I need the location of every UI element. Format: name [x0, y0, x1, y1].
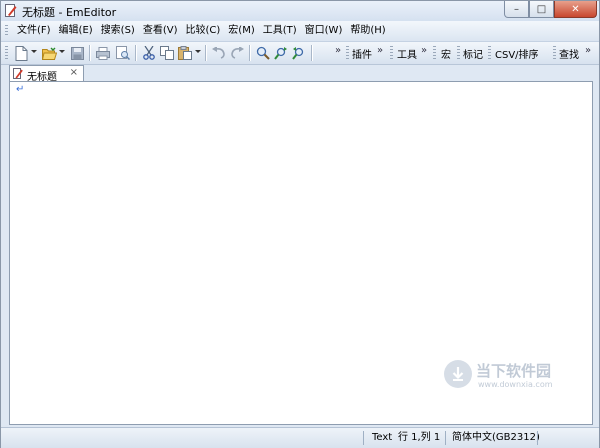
toolbar-overflow-icon[interactable]: » — [335, 45, 341, 56]
toolbar-grip-handle[interactable] — [346, 46, 349, 60]
toolbar-separator — [89, 45, 90, 61]
download-arrow-icon — [444, 360, 472, 388]
save-icon[interactable] — [69, 45, 85, 61]
toolbar-grip-handle[interactable] — [390, 46, 393, 60]
toolbar-separator — [135, 45, 136, 61]
toolbar-grip-handle[interactable] — [553, 46, 556, 60]
close-button[interactable]: ✕ — [554, 1, 597, 18]
document-tab-strip: 无标题 × — [1, 65, 599, 83]
end-of-line-marker: ↵ — [16, 84, 25, 95]
title-bar[interactable]: 无标题 - EmEditor – □ ✕ — [1, 1, 599, 21]
document-pen-icon — [5, 4, 17, 17]
find-overflow-icon[interactable]: » — [585, 45, 591, 56]
minimize-button[interactable]: – — [504, 1, 529, 18]
macros-toolbar-label[interactable]: 宏 — [441, 46, 451, 61]
toolbar-grip-handle[interactable] — [5, 46, 8, 60]
toolbar-separator — [249, 45, 250, 61]
status-cursor-position[interactable]: 行 1,列 1 — [398, 431, 440, 445]
marker-toolbar-label[interactable]: 标记 — [463, 46, 483, 61]
status-separator — [445, 431, 446, 445]
status-encoding[interactable]: 简体中文(GB2312) — [452, 431, 540, 445]
toolbar-grip-handle[interactable] — [433, 46, 436, 60]
redo-icon[interactable] — [229, 45, 245, 61]
maximize-button[interactable]: □ — [529, 1, 554, 18]
find-toolbar-label[interactable]: 查找 — [559, 46, 579, 61]
menu-window[interactable]: 窗口(W) — [301, 21, 347, 41]
menu-tools[interactable]: 工具(T) — [259, 21, 301, 41]
status-separator — [363, 431, 364, 445]
watermark-url: www.downxia.com — [478, 380, 553, 389]
open-dropdown-icon[interactable] — [59, 50, 65, 53]
find-previous-icon[interactable] — [291, 45, 307, 61]
status-bar: Text 行 1,列 1 简体中文(GB2312) — [1, 427, 599, 448]
menu-macros[interactable]: 宏(M) — [224, 21, 258, 41]
toolbar-separator — [311, 45, 312, 61]
find-next-icon[interactable] — [273, 45, 289, 61]
toolbar-separator — [205, 45, 206, 61]
find-icon[interactable] — [255, 45, 271, 61]
new-document-icon[interactable] — [13, 45, 29, 61]
status-mode[interactable]: Text — [372, 431, 392, 445]
watermark-title: 当下软件园 — [476, 362, 552, 380]
menu-grip-handle[interactable] — [5, 25, 8, 37]
menu-view[interactable]: 查看(V) — [139, 21, 182, 41]
toolbar: » 插件 » 工具 » 宏 标记 CSV/排序 查找 » — [1, 42, 599, 65]
new-dropdown-icon[interactable] — [31, 50, 37, 53]
window-controls: – □ ✕ — [504, 1, 597, 19]
emeditor-window: 无标题 - EmEditor – □ ✕ 文件(F) 编辑(E) 搜索(S) 查… — [0, 0, 600, 448]
menu-bar: 文件(F) 编辑(E) 搜索(S) 查看(V) 比较(C) 宏(M) 工具(T)… — [1, 21, 599, 42]
menu-edit[interactable]: 编辑(E) — [55, 21, 97, 41]
print-preview-icon[interactable] — [115, 45, 131, 61]
open-folder-icon[interactable] — [41, 45, 57, 61]
plugins-overflow-icon[interactable]: » — [377, 45, 383, 56]
menu-compare[interactable]: 比较(C) — [182, 21, 225, 41]
paste-dropdown-icon[interactable] — [195, 50, 201, 53]
tab-untitled[interactable]: 无标题 × — [9, 65, 84, 83]
undo-icon[interactable] — [211, 45, 227, 61]
window-title: 无标题 - EmEditor — [22, 6, 117, 19]
print-icon[interactable] — [95, 45, 111, 61]
csv-sort-toolbar-label[interactable]: CSV/排序 — [495, 46, 539, 61]
menu-search[interactable]: 搜索(S) — [97, 21, 139, 41]
menu-file[interactable]: 文件(F) — [13, 21, 55, 41]
toolbar-grip-handle[interactable] — [457, 46, 460, 60]
toolbar-grip-handle[interactable] — [488, 46, 491, 60]
watermark-logo: 当下软件园 www.downxia.com — [444, 358, 574, 394]
text-editor-area[interactable]: ↵ 当下软件园 www.downxia.com — [9, 81, 593, 425]
tools-toolbar-label[interactable]: 工具 — [397, 46, 417, 61]
menu-help[interactable]: 帮助(H) — [346, 21, 389, 41]
copy-icon[interactable] — [159, 45, 175, 61]
tab-close-icon[interactable]: × — [70, 67, 78, 78]
plugins-toolbar-label[interactable]: 插件 — [352, 46, 372, 61]
cut-icon[interactable] — [141, 45, 157, 61]
paste-icon[interactable] — [177, 45, 193, 61]
tools-overflow-icon[interactable]: » — [421, 45, 427, 56]
status-separator — [537, 431, 538, 445]
document-pen-icon — [13, 68, 23, 79]
